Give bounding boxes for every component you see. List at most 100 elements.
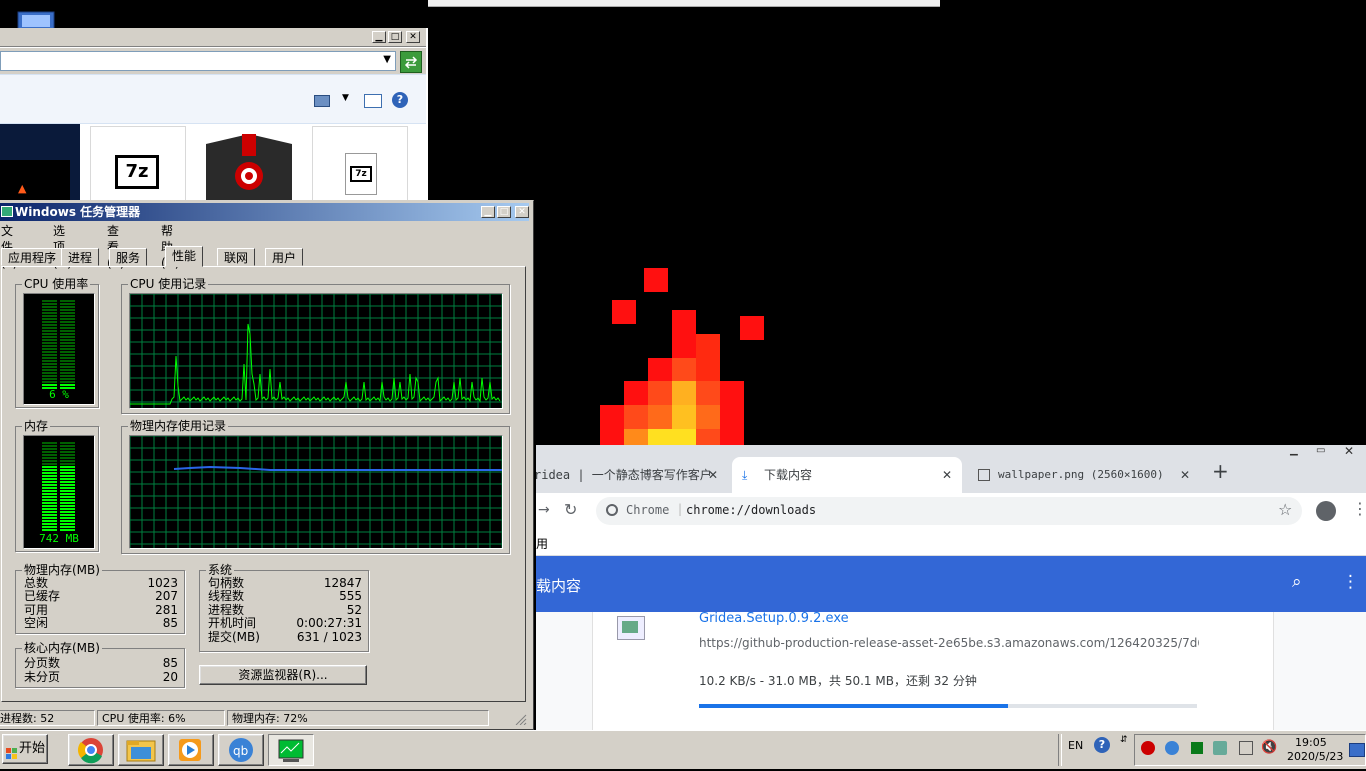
tab-processes[interactable]: 进程 <box>61 248 100 266</box>
view-icon[interactable] <box>314 95 330 107</box>
language-bar-options-icon[interactable]: ⇵ <box>1120 735 1128 745</box>
maximize-button[interactable]: □ <box>388 31 402 43</box>
resource-monitor-button[interactable]: 资源监视器(R)... <box>199 665 367 685</box>
close-button[interactable]: ✕ <box>515 206 529 218</box>
download-url[interactable]: https://github-production-release-asset-… <box>699 636 1199 650</box>
thumbnail-7z-file[interactable]: 7z <box>312 126 408 204</box>
stat-label: 空闲 <box>24 616 49 630</box>
tab-wallpaper[interactable]: wallpaper.png (2560×1600) ✕ <box>970 457 1196 493</box>
physical-memory-title: 物理内存(MB) <box>22 563 102 577</box>
memory-meter: 742 MB <box>23 435 95 549</box>
network-icon[interactable] <box>1239 741 1253 755</box>
thumbnail-archive-box[interactable] <box>202 134 296 204</box>
new-tab-button[interactable]: + <box>1212 459 1229 483</box>
meter-segment <box>60 466 75 468</box>
bookmark-item[interactable]: 用 <box>536 535 548 552</box>
meter-segment <box>42 484 57 486</box>
search-icon[interactable]: ⌕ <box>1292 572 1302 592</box>
refresh-icon[interactable] <box>400 51 422 73</box>
forward-icon[interactable]: → <box>538 502 550 518</box>
tab-users[interactable]: 用户 <box>265 248 304 266</box>
download-progress-bar <box>699 704 1197 708</box>
meter-segment <box>60 487 75 489</box>
kernel-memory-group: 核心内存(MB) 分页数 85 未分页 20 <box>15 641 185 688</box>
more-icon[interactable]: ⋮ <box>1342 572 1359 592</box>
meter-segment <box>42 451 57 453</box>
meter-segment <box>42 517 57 519</box>
meter-segment <box>42 351 57 353</box>
language-indicator[interactable]: EN <box>1068 739 1083 752</box>
meter-segment <box>42 306 57 308</box>
taskbar-media[interactable] <box>168 734 214 766</box>
meter-segment <box>60 339 75 341</box>
meter-segment <box>60 321 75 323</box>
thumbnail-7zip[interactable]: 7z <box>90 126 186 204</box>
chevron-down-icon[interactable]: ▼ <box>342 93 349 103</box>
omnibox[interactable]: Chrome | chrome://downloads ☆ <box>596 497 1302 525</box>
menu-icon[interactable]: ⋮ <box>1352 499 1366 518</box>
tab-gridea[interactable]: ridea | 一个静态博客写作客户 ✕ <box>536 457 726 493</box>
preview-pane-icon[interactable] <box>364 94 382 108</box>
safely-remove-icon[interactable] <box>1213 741 1227 755</box>
close-tab-icon[interactable]: ✕ <box>942 462 952 488</box>
chrome-window: ▁ ▭ ✕ ridea | 一个静态博客写作客户 ✕ ⤓ 下载内容 ✕ wall… <box>536 445 1366 730</box>
maximize-button[interactable]: □ <box>497 206 511 218</box>
meter-segment <box>42 496 57 498</box>
meter-segment <box>42 469 57 471</box>
resize-grip-icon[interactable] <box>513 713 527 726</box>
chevron-down-icon[interactable]: ▼ <box>383 54 391 65</box>
stat-label: 已缓存 <box>24 589 61 603</box>
address-input[interactable]: ▼ <box>0 51 396 71</box>
clock-time[interactable]: 19:05 <box>1295 736 1327 749</box>
qbittorrent-tray-icon[interactable] <box>1165 741 1179 755</box>
task-manager-tray-icon[interactable] <box>1191 742 1203 754</box>
taskbar-taskmanager[interactable] <box>268 734 314 766</box>
tab-performance[interactable]: 性能 <box>165 246 204 267</box>
bookmark-star-icon[interactable]: ☆ <box>1278 500 1292 519</box>
close-button[interactable]: ✕ <box>1344 445 1354 458</box>
close-tab-icon[interactable]: ✕ <box>708 462 718 488</box>
volume-muted-icon[interactable]: 🔇 <box>1261 740 1277 755</box>
chrome-logo-icon <box>606 504 618 516</box>
help-icon[interactable]: ? <box>1094 737 1110 753</box>
page-title: 载内容 <box>536 577 582 595</box>
close-button[interactable]: ✕ <box>406 31 420 43</box>
close-tab-icon[interactable]: ✕ <box>1180 462 1190 488</box>
clock-date[interactable]: 2020/5/23 <box>1287 750 1343 763</box>
meter-segment <box>42 339 57 341</box>
show-desktop-icon[interactable] <box>1349 743 1365 757</box>
meter-segment <box>60 520 75 522</box>
profile-avatar-icon[interactable] <box>1316 501 1336 521</box>
media-player-icon <box>179 739 201 761</box>
tab-applications[interactable]: 应用程序 <box>1 248 64 266</box>
minimize-button[interactable]: ▁ <box>481 206 495 218</box>
download-filename[interactable]: Gridea.Setup.0.9.2.exe <box>699 611 849 626</box>
taskbar-explorer[interactable] <box>118 734 164 766</box>
meter-segment <box>60 303 75 305</box>
meter-segment <box>60 484 75 486</box>
maximize-button[interactable]: ▭ <box>1316 445 1325 456</box>
thumbnail-wallpaper[interactable]: ▲ <box>0 124 80 204</box>
tab-title: 下载内容 <box>764 468 813 482</box>
tab-services[interactable]: 服务 <box>109 248 148 266</box>
stat-value: 20 <box>162 670 178 684</box>
explorer-toolbar: ▼ ? <box>0 74 426 124</box>
task-manager-icon <box>1 206 13 217</box>
minimize-button[interactable]: ▁ <box>1290 445 1298 456</box>
minimize-button[interactable]: ▁ <box>372 31 386 43</box>
7zip-logo-icon: 7z <box>115 155 159 189</box>
cpu-history-group: CPU 使用记录 <box>121 277 510 414</box>
meter-segment <box>42 490 57 492</box>
reload-icon[interactable]: ↻ <box>564 500 577 519</box>
help-icon[interactable]: ? <box>392 92 408 108</box>
taskbar-qbittorrent[interactable]: qb <box>218 734 264 766</box>
tab-networking[interactable]: 联网 <box>217 248 256 266</box>
task-manager-icon <box>278 739 304 762</box>
taskbar-chrome[interactable] <box>68 734 114 766</box>
meter-segment <box>60 505 75 507</box>
desktop-computer-icon[interactable] <box>14 10 58 31</box>
meter-segment <box>42 529 57 531</box>
start-button[interactable]: 开始 <box>2 734 48 764</box>
tab-downloads[interactable]: ⤓ 下载内容 ✕ <box>732 457 962 493</box>
antivirus-icon[interactable] <box>1141 741 1155 755</box>
